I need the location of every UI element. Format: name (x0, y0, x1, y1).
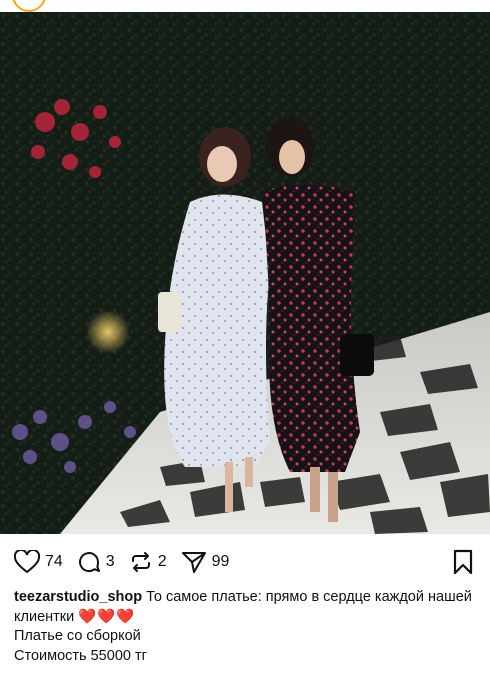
post-actions: 74 3 2 99 (0, 540, 490, 584)
avatar[interactable] (12, 0, 46, 12)
repost-button[interactable]: 2 (129, 550, 181, 574)
heart-icon (14, 550, 40, 574)
share-button[interactable]: 99 (181, 550, 244, 574)
comment-icon (78, 552, 100, 573)
bookmark-icon (453, 549, 473, 575)
comment-count: 3 (105, 553, 115, 570)
post-image (0, 12, 490, 534)
share-icon (181, 552, 206, 573)
like-button[interactable]: 74 (14, 550, 77, 574)
caption-line-3: Стоимость 55000 тг (14, 647, 147, 664)
bookmark-button[interactable] (452, 549, 474, 580)
post-photo[interactable] (0, 12, 490, 534)
comment-button[interactable]: 3 (77, 550, 129, 574)
caption-hearts: ❤️❤️❤️ (78, 608, 136, 625)
repost-count: 2 (157, 553, 167, 570)
share-count: 99 (211, 553, 230, 570)
repost-icon (131, 552, 150, 572)
top-bar (0, 0, 490, 12)
caption-username[interactable]: teezarstudio_shop (14, 589, 142, 605)
like-count: 74 (45, 553, 63, 570)
post-caption: teezarstudio_shop То самое платье: прямо… (14, 588, 478, 666)
caption-line-2: Платье со сборкой (14, 628, 141, 644)
